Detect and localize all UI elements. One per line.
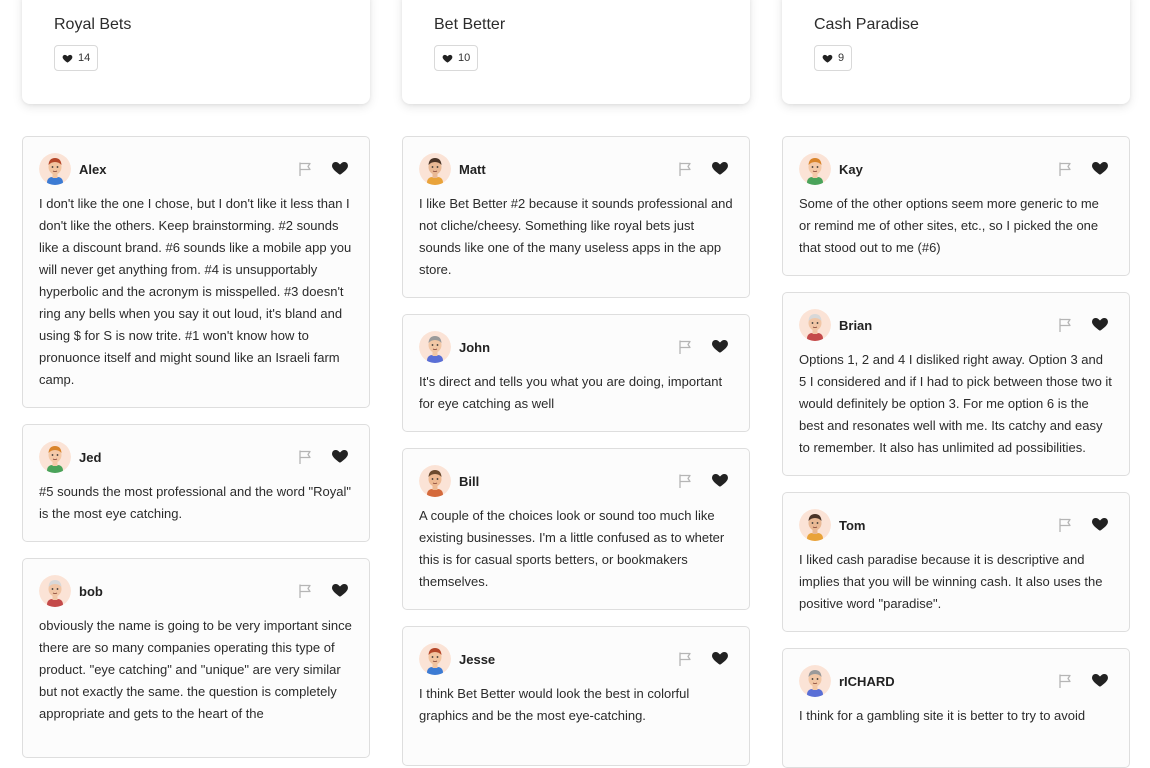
flag-icon[interactable]	[677, 651, 693, 667]
heart-icon	[442, 54, 453, 63]
comment-header: bob	[39, 575, 353, 607]
comment-username: Kay	[839, 162, 863, 177]
avatar-icon	[799, 665, 831, 697]
comment-text: I like Bet Better #2 because it sounds p…	[419, 196, 733, 277]
comment-card: bob obviously the name is going to be ver…	[22, 558, 370, 758]
heart-icon	[822, 54, 833, 63]
heart-icon[interactable]	[711, 159, 729, 177]
like-count: 14	[78, 52, 91, 64]
heart-icon[interactable]	[1091, 671, 1109, 689]
comment-card: John It's direct and tells you what you a…	[402, 314, 750, 432]
comment-username: Matt	[459, 162, 486, 177]
comment-username: Jed	[79, 450, 102, 465]
comment-text: obviously the name is going to be very i…	[39, 618, 352, 721]
comment-card: Jed #5 sounds the most professional and t…	[22, 424, 370, 542]
avatar-icon	[39, 153, 71, 185]
comment-header: Jed	[39, 441, 353, 473]
comment-username: rICHARD	[839, 674, 895, 689]
avatar-icon	[39, 575, 71, 607]
flag-icon[interactable]	[1057, 317, 1073, 333]
comment-text: #5 sounds the most professional and the …	[39, 484, 352, 521]
flag-icon[interactable]	[1057, 517, 1073, 533]
option-title: Bet Better	[434, 16, 506, 33]
avatar-icon	[799, 309, 831, 341]
option-like-button[interactable]: 9	[814, 45, 853, 71]
flag-icon[interactable]	[297, 449, 313, 465]
heart-icon[interactable]	[711, 471, 729, 489]
flag-icon[interactable]	[1057, 673, 1073, 689]
flag-icon[interactable]	[297, 161, 313, 177]
option-title: Cash Paradise	[814, 16, 919, 33]
comment-card: rICHARD I think for a gambling site it is…	[782, 648, 1130, 768]
comment-username: Tom	[839, 518, 866, 533]
comment-header: Tom	[799, 509, 1113, 541]
comment-username: bob	[79, 584, 103, 599]
like-count: 10	[458, 52, 471, 64]
avatar-icon	[799, 153, 831, 185]
heart-icon[interactable]	[331, 581, 349, 599]
option-card: Cash Paradise 9	[782, 0, 1130, 104]
option-card: Bet Better 10	[402, 0, 750, 104]
comment-card: Alex I don't like the one I chose, but I …	[22, 136, 370, 408]
comment-header: Kay	[799, 153, 1113, 185]
comment-text: A couple of the choices look or sound to…	[419, 508, 725, 589]
option-title: Royal Bets	[54, 16, 132, 33]
comment-username: Brian	[839, 318, 873, 333]
comment-header: Jesse	[419, 643, 733, 675]
option-like-button[interactable]: 10	[434, 45, 479, 71]
comment-text: Options 1, 2 and 4 I disliked right away…	[799, 352, 1112, 455]
avatar-icon	[419, 465, 451, 497]
heart-icon[interactable]	[1091, 315, 1109, 333]
avatar-icon	[419, 153, 451, 185]
heart-icon[interactable]	[711, 337, 729, 355]
like-count: 9	[838, 52, 845, 64]
avatar-icon	[799, 509, 831, 541]
heart-icon[interactable]	[1091, 515, 1109, 533]
option-like-button[interactable]: 14	[54, 45, 99, 71]
heart-icon[interactable]	[331, 159, 349, 177]
flag-icon[interactable]	[1057, 161, 1073, 177]
comment-header: rICHARD	[799, 665, 1113, 697]
comment-header: Brian	[799, 309, 1113, 341]
comment-username: Alex	[79, 162, 107, 177]
comment-card: Bill A couple of the choices look or soun…	[402, 448, 750, 610]
comment-header: John	[419, 331, 733, 363]
flag-icon[interactable]	[677, 161, 693, 177]
comment-text: It's direct and tells you what you are d…	[419, 374, 723, 411]
comment-header: Matt	[419, 153, 733, 185]
comment-text: I think Bet Better would look the best i…	[419, 686, 690, 723]
comment-text: I don't like the one I chose, but I don'…	[39, 196, 352, 387]
comment-text: I think for a gambling site it is better…	[799, 708, 1086, 723]
heart-icon[interactable]	[711, 649, 729, 667]
comment-username: John	[459, 340, 491, 355]
comment-text: I liked cash paradise because it is desc…	[799, 552, 1103, 611]
comment-card: Kay Some of the other options seem more g…	[782, 136, 1130, 276]
comment-header: Alex	[39, 153, 353, 185]
heart-icon[interactable]	[1091, 159, 1109, 177]
comment-card: Jesse I think Bet Better would look the b…	[402, 626, 750, 766]
heart-icon	[62, 54, 73, 63]
comment-card: Tom I liked cash paradise because it is d…	[782, 492, 1130, 632]
comment-header: Bill	[419, 465, 733, 497]
heart-icon[interactable]	[331, 447, 349, 465]
flag-icon[interactable]	[677, 339, 693, 355]
comment-username: Bill	[459, 474, 480, 489]
comment-username: Jesse	[459, 652, 496, 667]
comment-card: Matt I like Bet Better #2 because it soun…	[402, 136, 750, 298]
flag-icon[interactable]	[297, 583, 313, 599]
flag-icon[interactable]	[677, 473, 693, 489]
avatar-icon	[419, 643, 451, 675]
comment-card: Brian Options 1, 2 and 4 I disliked right…	[782, 292, 1130, 476]
option-card: Royal Bets 14	[22, 0, 370, 104]
comment-text: Some of the other options seem more gene…	[799, 196, 1099, 255]
avatar-icon	[419, 331, 451, 363]
avatar-icon	[39, 441, 71, 473]
